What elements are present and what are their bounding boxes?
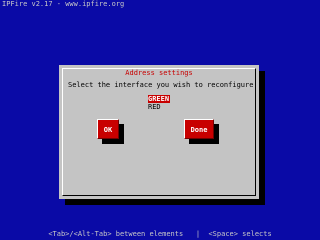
ok-button[interactable]: OK <box>97 119 119 139</box>
dialog-title: Address settings <box>63 69 255 77</box>
address-settings-dialog: Address settings Select the interface yo… <box>59 65 259 199</box>
dialog-title-text: Address settings <box>122 69 196 77</box>
interface-item-green[interactable]: GREEN <box>148 95 170 103</box>
interface-listbox[interactable]: GREEN RED <box>148 95 170 111</box>
dialog-prompt: Select the interface you wish to reconfi… <box>68 81 258 89</box>
done-button[interactable]: Done <box>184 119 214 139</box>
screen-title: IPFire v2.17 - www.ipfire.org <box>2 0 125 8</box>
status-bar: <Tab>/<Alt-Tab> between elements | <Spac… <box>48 230 272 238</box>
interface-item-red[interactable]: RED <box>148 103 170 111</box>
